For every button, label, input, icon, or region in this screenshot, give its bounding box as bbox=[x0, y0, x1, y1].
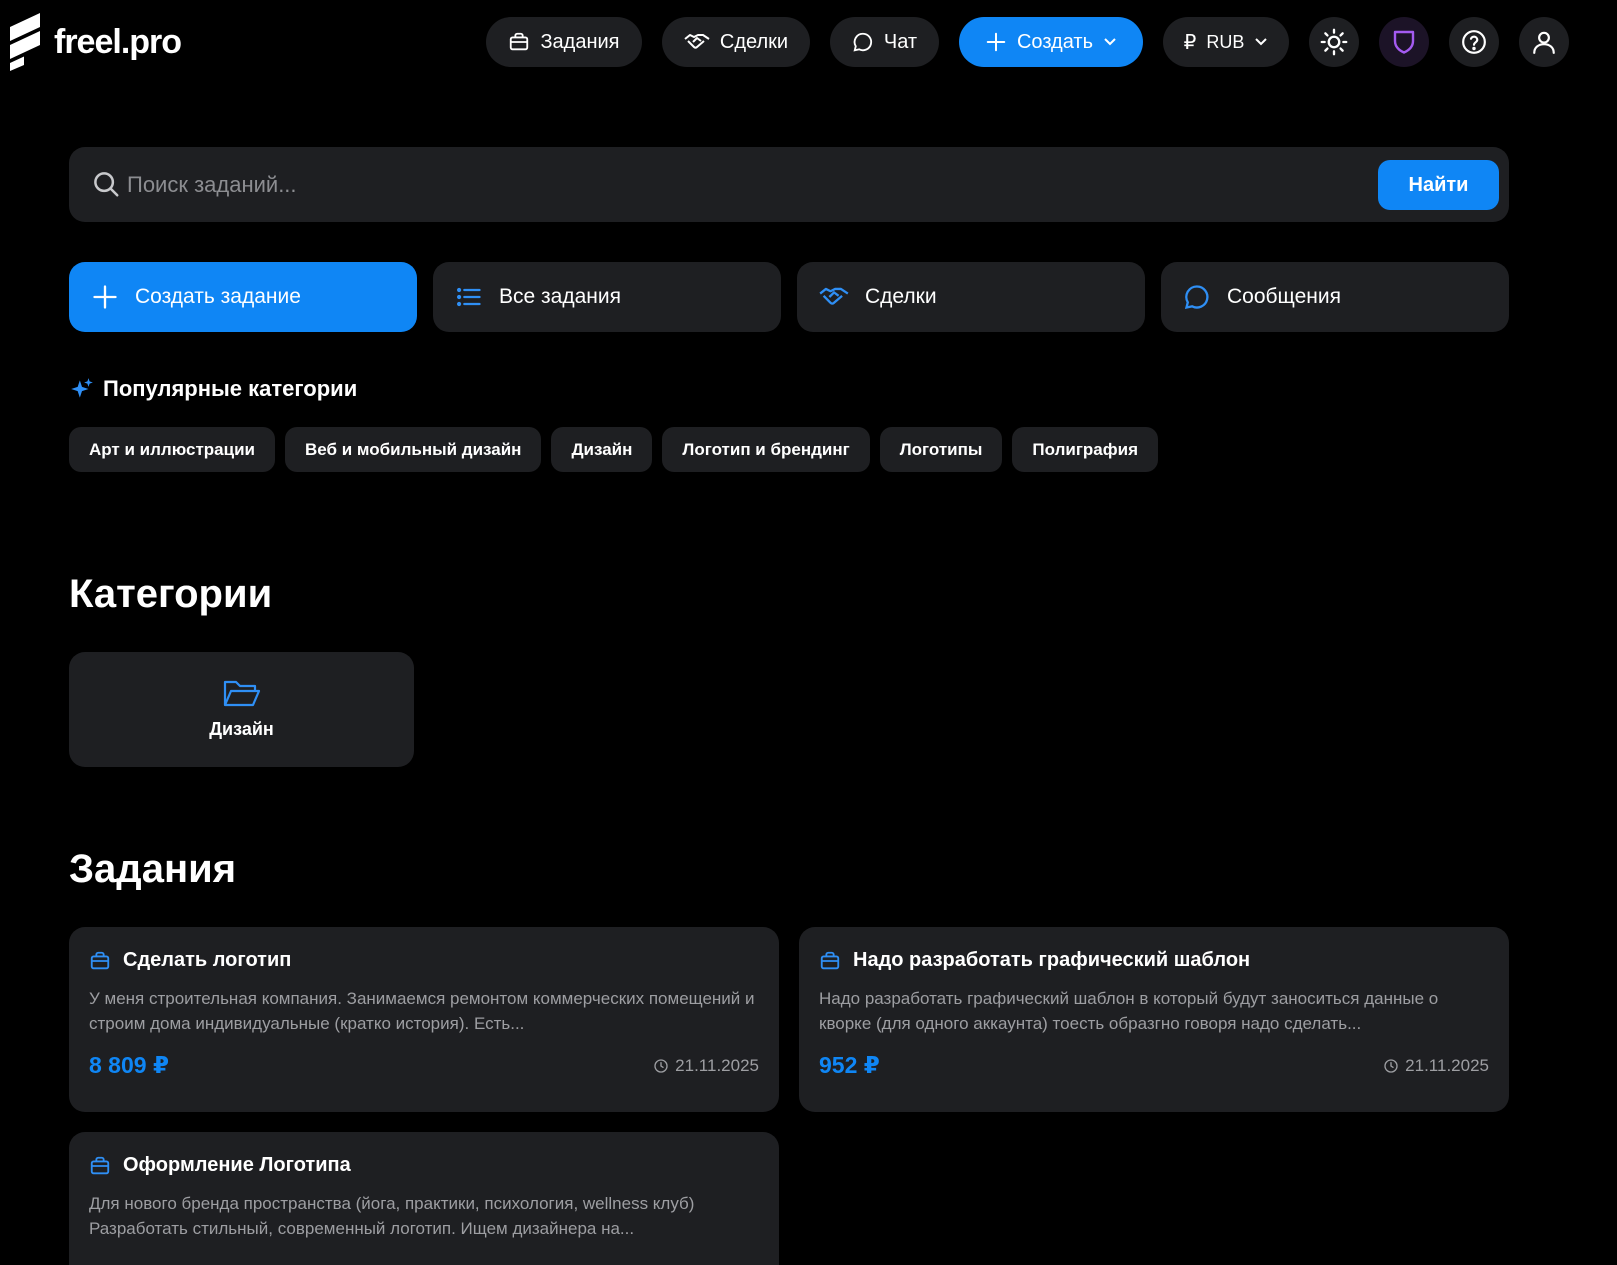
task-price: 952 ₽ bbox=[819, 1052, 880, 1078]
category-card-label: Дизайн bbox=[209, 719, 274, 739]
folder-open-icon bbox=[223, 680, 260, 707]
handshake-icon bbox=[819, 287, 849, 305]
chat-bubble-icon bbox=[1184, 285, 1209, 310]
brand-logo[interactable]: freel.pro bbox=[10, 13, 182, 71]
task-card-header: Сделать логотип bbox=[89, 949, 759, 972]
category-chip[interactable]: Дизайн bbox=[551, 427, 653, 472]
task-footer: 952 ₽ 21.11.2025 bbox=[819, 1052, 1489, 1079]
task-card-header: Оформление Логотипа bbox=[89, 1154, 759, 1177]
search-bar: Найти bbox=[69, 147, 1509, 222]
task-description: Для нового бренда пространства (йога, пр… bbox=[89, 1194, 695, 1238]
briefcase-icon bbox=[510, 32, 529, 51]
plus-icon bbox=[986, 32, 1006, 52]
task-card[interactable]: Оформление Логотипа Для нового бренда пр… bbox=[69, 1132, 779, 1265]
task-title[interactable]: Сделать логотип bbox=[123, 949, 291, 972]
plus-icon bbox=[93, 285, 117, 309]
handshake-icon bbox=[684, 34, 710, 49]
help-button[interactable] bbox=[1449, 17, 1499, 67]
help-circle-icon bbox=[1462, 30, 1486, 54]
clock-icon bbox=[654, 1058, 668, 1073]
all-tasks-label: Все задания bbox=[499, 285, 621, 308]
sun-icon bbox=[1320, 28, 1348, 56]
all-tasks-button[interactable]: Все задания bbox=[433, 262, 781, 332]
nav-tasks-label: Задания bbox=[540, 30, 620, 53]
shield-button[interactable] bbox=[1379, 17, 1429, 67]
nav-deals-button[interactable]: Сделки bbox=[662, 17, 810, 67]
task-title[interactable]: Оформление Логотипа bbox=[123, 1154, 351, 1177]
theme-toggle-button[interactable] bbox=[1309, 17, 1359, 67]
create-task-label: Создать задание bbox=[135, 285, 301, 308]
category-card-design[interactable]: Дизайн bbox=[69, 652, 414, 767]
task-date: 21.11.2025 bbox=[1383, 1056, 1489, 1076]
list-icon bbox=[456, 287, 481, 307]
clock-icon bbox=[1384, 1058, 1398, 1073]
task-card[interactable]: Надо разработать графический шаблон Надо… bbox=[799, 927, 1509, 1112]
category-chip[interactable]: Логотип и брендинг bbox=[662, 427, 870, 472]
categories-heading: Категории bbox=[69, 572, 273, 616]
nav-deals-label: Сделки bbox=[719, 30, 789, 53]
briefcase-icon bbox=[820, 951, 840, 969]
page: freel.pro Задания Сделки Чат Создать ₽ R… bbox=[0, 0, 1617, 1265]
shield-icon bbox=[1393, 30, 1415, 54]
nav-chat-button[interactable]: Чат bbox=[830, 17, 939, 67]
category-chip[interactable]: Полиграфия bbox=[1012, 427, 1158, 472]
task-title[interactable]: Надо разработать графический шаблон bbox=[853, 949, 1250, 972]
chat-bubble-icon bbox=[853, 32, 872, 52]
top-header: freel.pro Задания Сделки Чат Создать ₽ R… bbox=[0, 0, 1617, 84]
category-chip[interactable]: Арт и иллюстрации bbox=[69, 427, 275, 472]
nav-tasks-button[interactable]: Задания bbox=[486, 17, 642, 67]
profile-button[interactable] bbox=[1519, 17, 1569, 67]
search-input[interactable] bbox=[127, 165, 1327, 205]
briefcase-icon bbox=[90, 951, 110, 969]
nav-chat-label: Чат bbox=[883, 30, 918, 53]
user-icon bbox=[1533, 31, 1555, 54]
nav-create-button[interactable]: Создать bbox=[959, 17, 1143, 67]
task-description: Надо разработать графический шаблон в ко… bbox=[819, 989, 1439, 1033]
popular-categories-title: Популярные категории bbox=[103, 376, 358, 401]
category-chip[interactable]: Логотипы bbox=[879, 427, 1003, 472]
category-chip[interactable]: Веб и мобильный дизайн bbox=[284, 427, 542, 472]
task-description: У меня строительная компания. Занимаемся… bbox=[89, 989, 755, 1033]
task-footer: 8 809 ₽ 21.11.2025 bbox=[89, 1052, 759, 1079]
task-card-header: Надо разработать графический шаблон bbox=[819, 949, 1489, 972]
currency-label: RUB bbox=[1206, 31, 1245, 52]
deals-label: Сделки bbox=[865, 285, 937, 308]
chevron-down-icon bbox=[1104, 38, 1116, 46]
search-button[interactable]: Найти bbox=[1378, 160, 1499, 210]
chevron-down-icon bbox=[1255, 38, 1268, 46]
briefcase-icon bbox=[90, 1156, 110, 1174]
popular-category-chips: Арт и иллюстрации Веб и мобильный дизайн… bbox=[69, 427, 1158, 472]
tasks-heading: Задания bbox=[69, 847, 237, 891]
task-price: 8 809 ₽ bbox=[89, 1052, 169, 1078]
task-date: 21.11.2025 bbox=[653, 1056, 759, 1076]
create-task-button[interactable]: Создать задание bbox=[69, 262, 417, 332]
search-icon bbox=[94, 172, 119, 197]
messages-label: Сообщения bbox=[1227, 285, 1341, 308]
messages-button[interactable]: Сообщения bbox=[1161, 262, 1509, 332]
logo-mark-icon bbox=[10, 13, 40, 71]
nav-create-label: Создать bbox=[1016, 30, 1093, 53]
brand-name: freel.pro bbox=[54, 22, 182, 61]
task-date-value: 21.11.2025 bbox=[1405, 1055, 1489, 1075]
deals-button[interactable]: Сделки bbox=[797, 262, 1145, 332]
task-card[interactable]: Сделать логотип У меня строительная комп… bbox=[69, 927, 779, 1112]
task-date-value: 21.11.2025 bbox=[675, 1055, 759, 1075]
sparkle-icon bbox=[71, 378, 93, 398]
ruble-icon: ₽ bbox=[1183, 31, 1197, 54]
popular-categories-heading: Популярные категории bbox=[69, 376, 357, 402]
currency-selector[interactable]: ₽ RUB bbox=[1163, 17, 1289, 67]
